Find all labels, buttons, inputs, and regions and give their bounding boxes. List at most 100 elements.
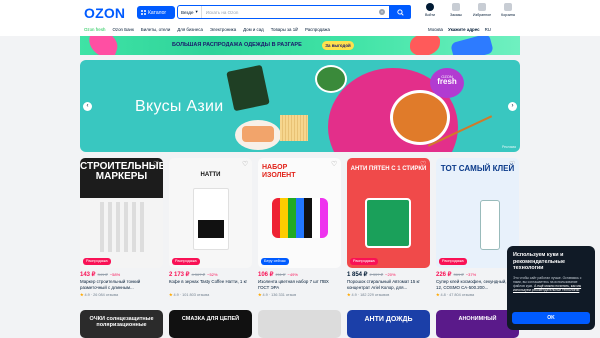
login-label: Войти xyxy=(424,13,436,17)
favorite-icon[interactable]: ♡ xyxy=(509,161,516,168)
catalog-label: Каталог xyxy=(148,9,167,16)
discount: −49% xyxy=(287,272,298,277)
product-card[interactable]: СТРОИТЕЛЬНЫЕ МАРКЕРЫ ♡ Распродажа 143 ₽3… xyxy=(80,158,163,297)
search-input[interactable]: Искать на Ozon xyxy=(202,10,379,15)
search-icon xyxy=(396,8,404,16)
cookie-ok-button[interactable]: OK xyxy=(512,312,590,324)
delivery-address[interactable]: Укажите адрес xyxy=(448,27,480,32)
language-selector[interactable]: RU xyxy=(485,27,491,32)
chevron-down-icon: ▾ xyxy=(195,9,198,14)
favorite-icon[interactable]: ♡ xyxy=(242,161,249,168)
sale-tag: Распродажа xyxy=(172,258,200,265)
product-name[interactable]: Порошок стиральный Автомат 15 кг концент… xyxy=(347,279,430,290)
nav-link-business[interactable]: Для бизнеса xyxy=(177,27,203,33)
product-card[interactable] xyxy=(258,310,341,338)
search-scope-label: Везде xyxy=(181,9,194,15)
coffee-pack-image xyxy=(198,220,224,238)
product-card[interactable]: НАТТИ ♡ Распродажа 2 173 ₽4 567 ₽ −52% Ко… xyxy=(169,158,252,297)
product-card[interactable]: СМАЗКА ДЛЯ ЦЕПЕЙ xyxy=(169,310,252,338)
product-card[interactable]: НАБОР ИЗОЛЕНТ ♡ Беру сейчас 106 ₽211 ₽ −4… xyxy=(258,158,341,297)
product-price: 2 173 ₽ xyxy=(169,272,190,278)
old-price: 341 ₽ xyxy=(97,272,108,277)
product-image[interactable]: СТРОИТЕЛЬНЫЕ МАРКЕРЫ ♡ Распродажа xyxy=(80,158,163,268)
cart-button[interactable]: Корзина xyxy=(498,3,518,17)
marker-pens-image xyxy=(100,202,104,252)
star-icon: ★ xyxy=(169,293,173,297)
old-price: 211 ₽ xyxy=(275,272,286,277)
soup-bowl-image xyxy=(390,90,450,145)
product-card[interactable]: АНТИ ДОЖДЬ xyxy=(347,310,430,338)
grid-icon xyxy=(141,10,146,15)
detergent-box-image xyxy=(365,198,411,248)
product-image[interactable]: НАТТИ ♡ Распродажа xyxy=(169,158,252,268)
discount: −37% xyxy=(465,272,477,277)
search-button[interactable] xyxy=(389,5,411,19)
favorite-icon[interactable]: ♡ xyxy=(331,161,338,168)
star-icon: ★ xyxy=(347,293,351,297)
promo-strip[interactable]: БОЛЬШАЯ РАСПРОДАЖА ОДЕЖДЫ В РАЗГАРЕ За в… xyxy=(80,36,520,55)
nav-link-1rub[interactable]: Товары за 1₽ xyxy=(271,27,298,33)
nav-link-bank[interactable]: Ozon Банк xyxy=(112,27,133,33)
nav-link-sale[interactable]: Распродажа xyxy=(305,27,330,33)
fresh-logo-bottom: fresh xyxy=(437,77,457,86)
catalog-button[interactable]: Каталог xyxy=(137,6,175,19)
rating-value: 4.9 xyxy=(173,293,179,297)
product-price: 106 ₽ xyxy=(258,272,274,278)
product-caption: АНТИ ПЯТЕН С 1 СТИРКИ xyxy=(350,166,427,172)
product-caption: НАТТИ xyxy=(200,172,221,178)
product-caption: НАБОР ИЗОЛЕНТ xyxy=(262,164,296,179)
favorite-icon[interactable]: ♡ xyxy=(153,161,160,168)
seaweed-image xyxy=(226,64,270,112)
favorites-label: Избранное xyxy=(472,13,492,17)
product-image[interactable]: АНТИ ПЯТЕН С 1 СТИРКИ ♡ Распродажа xyxy=(347,158,430,268)
favorites-button[interactable]: Избранное xyxy=(472,3,492,17)
star-icon: ★ xyxy=(80,293,84,297)
favorite-icon[interactable]: ♡ xyxy=(420,161,427,168)
product-name[interactable]: Кофе в зернах Tasty Coffee Натти, 1 кг xyxy=(169,279,252,290)
old-price: 4 567 ₽ xyxy=(191,272,206,277)
sale-tag: Распродажа xyxy=(439,258,467,265)
login-button[interactable]: Войти xyxy=(420,3,440,17)
nav-link-fresh[interactable]: Ozon fresh xyxy=(84,27,105,33)
product-name[interactable]: Изолента цветная набор 7 шт ПВХ ГОСТ ЭРА xyxy=(258,279,341,290)
rating-value: 4.9 xyxy=(351,293,357,297)
star-icon: ★ xyxy=(436,293,440,297)
promo-button[interactable]: За выгодой xyxy=(322,41,354,50)
ozon-logo[interactable]: OZON xyxy=(84,5,125,21)
product-image[interactable]: НАБОР ИЗОЛЕНТ ♡ Беру сейчас xyxy=(258,158,341,268)
discount: −52% xyxy=(207,272,218,277)
ad-label: Реклама xyxy=(501,145,516,149)
search-scope-select[interactable]: Везде ▾ xyxy=(178,6,202,18)
nav-link-travel[interactable]: Билеты, отели xyxy=(141,27,170,33)
product-card[interactable]: АНТИ ПЯТЕН С 1 СТИРКИ ♡ Распродажа 1 854… xyxy=(347,158,430,297)
decor-shape xyxy=(410,36,440,55)
cart-label: Корзина xyxy=(501,13,515,17)
banner-next-button[interactable]: › xyxy=(508,102,517,111)
nav-link-electronics[interactable]: Электроника xyxy=(210,27,236,33)
reviews-count: 101 803 отзыва xyxy=(182,293,210,297)
city-selector[interactable]: Москва xyxy=(428,27,443,32)
product-caption: СТРОИТЕЛЬНЫЕ МАРКЕРЫ xyxy=(80,161,163,182)
user-menu: Войти Заказы Избранное Корзина xyxy=(420,3,518,17)
orders-button[interactable]: Заказы xyxy=(446,3,466,17)
product-price: 226 ₽ xyxy=(436,272,452,278)
hero-banner[interactable]: OZON fresh Вкусы Азии ‹ › Реклама xyxy=(80,60,520,152)
decor-shape xyxy=(84,36,122,55)
nav-link-home[interactable]: Дом и сад xyxy=(243,27,264,33)
product-caption: ТОТ САМЫЙ КЛЕЙ xyxy=(440,164,515,173)
heart-icon xyxy=(478,3,486,11)
decor-shape xyxy=(450,36,494,55)
banner-prev-button[interactable]: ‹ xyxy=(83,102,92,111)
promo-text: БОЛЬШАЯ РАСПРОДАЖА ОДЕЖДЫ В РАЗГАРЕ xyxy=(172,42,302,48)
search-bar[interactable]: Везде ▾ Искать на Ozon × xyxy=(177,5,411,19)
sale-tag: Распродажа xyxy=(350,258,378,265)
clear-icon[interactable]: × xyxy=(379,9,385,15)
product-name[interactable]: Маркер строительный тонкий разметочный с… xyxy=(80,279,163,290)
product-card[interactable]: ОЧКИ солнцезащитные поляризационные xyxy=(80,310,163,338)
rating-value: 4.9 xyxy=(84,293,90,297)
reviews-count: 47 804 отзыва xyxy=(449,293,475,297)
glue-bottle-image xyxy=(480,200,500,250)
rating-value: 4.9 xyxy=(262,293,268,297)
product-price: 143 ₽ xyxy=(80,272,96,278)
tape-rolls-image xyxy=(272,198,328,238)
